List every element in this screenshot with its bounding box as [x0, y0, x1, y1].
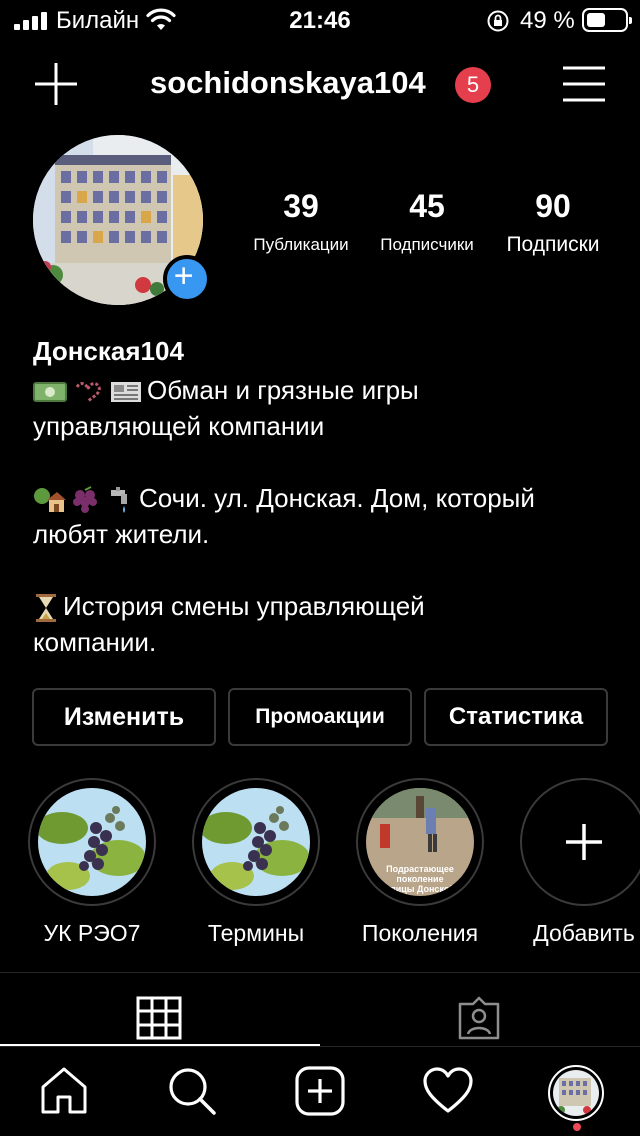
stat-following[interactable]: 90 Подписки: [494, 188, 612, 257]
highlight-label: УК РЭО7: [43, 920, 141, 946]
profile-bio: Донская104 Обман и грязные игры управляю…: [33, 336, 623, 660]
hourglass-icon: [36, 594, 56, 623]
beads-icon: [75, 382, 101, 403]
highlight-cover-grapes: [202, 788, 310, 896]
bio-text-4: любят жители.: [33, 519, 210, 549]
profile-avatar-icon[interactable]: [548, 1065, 604, 1121]
activity-dot: [573, 1123, 581, 1131]
highlight-label: Поколения: [361, 920, 479, 946]
stat-followers[interactable]: 45 Подписчики: [368, 188, 486, 255]
battery-icon: [582, 8, 632, 32]
profile-username[interactable]: sochidonskaya104: [150, 65, 426, 101]
bio-line: Сочи. ул. Донская. Дом, который: [33, 480, 623, 516]
tabs-divider: [0, 972, 640, 973]
add-post-icon[interactable]: [294, 1065, 346, 1117]
house-garden-icon: [34, 488, 66, 513]
tagged-icon[interactable]: [456, 996, 502, 1040]
bio-text-6: компании.: [33, 627, 157, 657]
followers-count: 45: [409, 188, 445, 224]
money-icon: [33, 382, 67, 403]
profile-display-name: Донская104: [33, 336, 184, 366]
highlight-overlay-text: улицы Донской: [385, 884, 455, 894]
highlight-label: Термины: [207, 920, 305, 946]
followers-label: Подписчики: [380, 235, 474, 254]
bottom-nav: [0, 1046, 640, 1136]
highlight-item[interactable]: Термины: [191, 778, 321, 947]
promotions-button[interactable]: Промоакции: [228, 688, 412, 746]
insights-button[interactable]: Статистика: [424, 688, 608, 746]
notification-badge: 5: [455, 67, 491, 103]
highlight-cover-generations: Подрастающее поколение улицы Донской: [366, 788, 474, 896]
grid-icon[interactable]: [136, 996, 182, 1040]
bio-text-5: История смены управляющей: [63, 591, 425, 621]
add-story-icon[interactable]: [163, 255, 211, 303]
highlight-item[interactable]: Подрастающее поколение улицы Донской Пок…: [355, 778, 485, 947]
highlight-ring: [192, 778, 320, 906]
highlight-ring: Подрастающее поколение улицы Донской: [356, 778, 484, 906]
bio-text-1: Обман и грязные игры: [147, 375, 419, 405]
stat-posts[interactable]: 39 Публикации: [242, 188, 360, 255]
bio-text-3: Сочи. ул. Донская. Дом, который: [139, 483, 535, 513]
home-icon[interactable]: [38, 1065, 90, 1117]
following-label: Подписки: [506, 233, 600, 256]
highlight-new[interactable]: Добавить: [519, 778, 640, 947]
status-bar: Билайн 21:46 49 %: [0, 0, 640, 42]
following-count: 90: [535, 188, 571, 224]
bio-text-2: управляющей компании: [33, 411, 325, 441]
highlight-ring: [28, 778, 156, 906]
faucet-icon: [111, 487, 127, 514]
edit-profile-button[interactable]: Изменить: [32, 688, 216, 746]
highlight-cover-grapes: [38, 788, 146, 896]
posts-count: 39: [283, 188, 319, 224]
bio-line: История смены управляющей: [33, 588, 623, 624]
heart-icon[interactable]: [422, 1065, 474, 1117]
profile-header: sochidonskaya104 5: [0, 50, 640, 120]
grapes-icon: [73, 486, 97, 514]
add-highlight-icon: [566, 824, 602, 860]
highlight-ring: [520, 778, 640, 906]
highlight-overlay-text: поколение: [396, 874, 443, 884]
highlight-item[interactable]: УК РЭО7: [27, 778, 157, 947]
menu-icon[interactable]: [562, 64, 606, 104]
search-icon[interactable]: [166, 1065, 218, 1117]
profile-screen: Билайн 21:46 49 % sochidonskaya104 5 39 …: [0, 0, 640, 1136]
profile-avatar[interactable]: [33, 135, 211, 307]
highlight-overlay-text: Подрастающее: [386, 864, 454, 874]
posts-label: Публикации: [253, 235, 349, 254]
newspaper-icon: [111, 382, 141, 403]
bio-line: Обман и грязные игры: [33, 372, 623, 408]
battery-percent: 49 %: [520, 7, 575, 34]
new-post-icon[interactable]: [32, 60, 80, 108]
highlight-label: Добавить: [533, 920, 635, 946]
rotation-lock-icon: [487, 10, 509, 32]
